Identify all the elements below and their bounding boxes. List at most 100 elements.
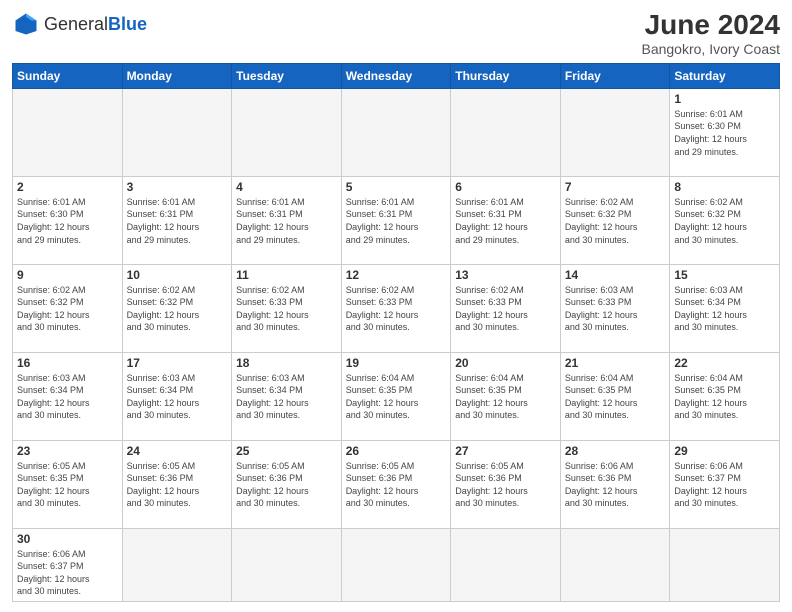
day-number: 23: [17, 444, 118, 458]
day-number: 8: [674, 180, 775, 194]
weekday-header-friday: Friday: [560, 63, 670, 88]
calendar-cell: [13, 88, 123, 176]
logo-text: GeneralBlue: [44, 14, 147, 35]
day-number: 5: [346, 180, 447, 194]
day-number: 14: [565, 268, 666, 282]
day-info: Sunrise: 6:01 AM Sunset: 6:31 PM Dayligh…: [236, 196, 337, 246]
calendar-cell: 8 Sunrise: 6:02 AM Sunset: 6:32 PM Daylig…: [670, 176, 780, 264]
day-info: Sunrise: 6:02 AM Sunset: 6:32 PM Dayligh…: [127, 284, 228, 334]
day-info: Sunrise: 6:02 AM Sunset: 6:32 PM Dayligh…: [17, 284, 118, 334]
day-number: 19: [346, 356, 447, 370]
day-info: Sunrise: 6:03 AM Sunset: 6:34 PM Dayligh…: [17, 372, 118, 422]
calendar-week-2: 9 Sunrise: 6:02 AM Sunset: 6:32 PM Daylig…: [13, 264, 780, 352]
calendar-cell: [122, 88, 232, 176]
calendar-cell: 22 Sunrise: 6:04 AM Sunset: 6:35 PM Dayli…: [670, 352, 780, 440]
weekday-header-saturday: Saturday: [670, 63, 780, 88]
day-number: 12: [346, 268, 447, 282]
day-number: 6: [455, 180, 556, 194]
day-info: Sunrise: 6:01 AM Sunset: 6:31 PM Dayligh…: [455, 196, 556, 246]
calendar-cell: [232, 88, 342, 176]
calendar-cell: [451, 528, 561, 601]
day-number: 17: [127, 356, 228, 370]
day-info: Sunrise: 6:04 AM Sunset: 6:35 PM Dayligh…: [674, 372, 775, 422]
day-number: 22: [674, 356, 775, 370]
day-info: Sunrise: 6:05 AM Sunset: 6:36 PM Dayligh…: [236, 460, 337, 510]
calendar-cell: 27Sunrise: 6:05 AM Sunset: 6:36 PM Dayli…: [451, 440, 561, 528]
day-number: 28: [565, 444, 666, 458]
calendar-cell: [560, 88, 670, 176]
day-number: 10: [127, 268, 228, 282]
main-title: June 2024: [641, 10, 780, 41]
calendar-cell: [670, 528, 780, 601]
calendar-cell: 13Sunrise: 6:02 AM Sunset: 6:33 PM Dayli…: [451, 264, 561, 352]
logo: GeneralBlue: [12, 10, 147, 38]
calendar-cell: 19Sunrise: 6:04 AM Sunset: 6:35 PM Dayli…: [341, 352, 451, 440]
day-number: 30: [17, 532, 118, 546]
day-info: Sunrise: 6:03 AM Sunset: 6:34 PM Dayligh…: [674, 284, 775, 334]
day-info: Sunrise: 6:06 AM Sunset: 6:37 PM Dayligh…: [17, 548, 118, 598]
weekday-header-row: SundayMondayTuesdayWednesdayThursdayFrid…: [13, 63, 780, 88]
day-number: 24: [127, 444, 228, 458]
calendar-cell: [341, 528, 451, 601]
page: GeneralBlue June 2024 Bangokro, Ivory Co…: [0, 0, 792, 612]
day-number: 9: [17, 268, 118, 282]
logo-icon: [12, 10, 40, 38]
calendar-cell: [341, 88, 451, 176]
day-number: 3: [127, 180, 228, 194]
calendar-cell: 12 Sunrise: 6:02 AM Sunset: 6:33 PM Dayli…: [341, 264, 451, 352]
calendar-week-3: 16Sunrise: 6:03 AM Sunset: 6:34 PM Dayli…: [13, 352, 780, 440]
calendar-cell: 3Sunrise: 6:01 AM Sunset: 6:31 PM Daylig…: [122, 176, 232, 264]
weekday-header-tuesday: Tuesday: [232, 63, 342, 88]
weekday-header-wednesday: Wednesday: [341, 63, 451, 88]
day-info: Sunrise: 6:05 AM Sunset: 6:35 PM Dayligh…: [17, 460, 118, 510]
calendar-table: SundayMondayTuesdayWednesdayThursdayFrid…: [12, 63, 780, 602]
calendar-cell: 28Sunrise: 6:06 AM Sunset: 6:36 PM Dayli…: [560, 440, 670, 528]
day-info: Sunrise: 6:05 AM Sunset: 6:36 PM Dayligh…: [127, 460, 228, 510]
day-info: Sunrise: 6:06 AM Sunset: 6:37 PM Dayligh…: [674, 460, 775, 510]
day-info: Sunrise: 6:03 AM Sunset: 6:34 PM Dayligh…: [127, 372, 228, 422]
day-number: 25: [236, 444, 337, 458]
calendar-week-5: 30 Sunrise: 6:06 AM Sunset: 6:37 PM Dayli…: [13, 528, 780, 601]
calendar-cell: 11Sunrise: 6:02 AM Sunset: 6:33 PM Dayli…: [232, 264, 342, 352]
day-info: Sunrise: 6:04 AM Sunset: 6:35 PM Dayligh…: [455, 372, 556, 422]
calendar-cell: 6 Sunrise: 6:01 AM Sunset: 6:31 PM Daylig…: [451, 176, 561, 264]
day-number: 27: [455, 444, 556, 458]
calendar-cell: 20 Sunrise: 6:04 AM Sunset: 6:35 PM Dayli…: [451, 352, 561, 440]
day-info: Sunrise: 6:01 AM Sunset: 6:31 PM Dayligh…: [346, 196, 447, 246]
calendar-cell: 4Sunrise: 6:01 AM Sunset: 6:31 PM Daylig…: [232, 176, 342, 264]
subtitle: Bangokro, Ivory Coast: [641, 41, 780, 57]
calendar-cell: 25 Sunrise: 6:05 AM Sunset: 6:36 PM Dayli…: [232, 440, 342, 528]
header: GeneralBlue June 2024 Bangokro, Ivory Co…: [12, 10, 780, 57]
calendar-cell: 9 Sunrise: 6:02 AM Sunset: 6:32 PM Daylig…: [13, 264, 123, 352]
day-number: 18: [236, 356, 337, 370]
day-number: 13: [455, 268, 556, 282]
calendar-cell: 15 Sunrise: 6:03 AM Sunset: 6:34 PM Dayli…: [670, 264, 780, 352]
day-info: Sunrise: 6:01 AM Sunset: 6:30 PM Dayligh…: [17, 196, 118, 246]
calendar-cell: 24 Sunrise: 6:05 AM Sunset: 6:36 PM Dayli…: [122, 440, 232, 528]
day-info: Sunrise: 6:02 AM Sunset: 6:32 PM Dayligh…: [674, 196, 775, 246]
day-info: Sunrise: 6:03 AM Sunset: 6:33 PM Dayligh…: [565, 284, 666, 334]
calendar-cell: 30 Sunrise: 6:06 AM Sunset: 6:37 PM Dayli…: [13, 528, 123, 601]
day-info: Sunrise: 6:02 AM Sunset: 6:33 PM Dayligh…: [346, 284, 447, 334]
day-info: Sunrise: 6:01 AM Sunset: 6:30 PM Dayligh…: [674, 108, 775, 158]
day-number: 20: [455, 356, 556, 370]
calendar-cell: [232, 528, 342, 601]
day-number: 26: [346, 444, 447, 458]
calendar-cell: 7Sunrise: 6:02 AM Sunset: 6:32 PM Daylig…: [560, 176, 670, 264]
calendar-week-1: 2 Sunrise: 6:01 AM Sunset: 6:30 PM Daylig…: [13, 176, 780, 264]
day-number: 29: [674, 444, 775, 458]
weekday-header-monday: Monday: [122, 63, 232, 88]
day-number: 2: [17, 180, 118, 194]
calendar-cell: [560, 528, 670, 601]
calendar-cell: 23 Sunrise: 6:05 AM Sunset: 6:35 PM Dayli…: [13, 440, 123, 528]
calendar-week-4: 23 Sunrise: 6:05 AM Sunset: 6:35 PM Dayli…: [13, 440, 780, 528]
calendar-cell: [122, 528, 232, 601]
day-info: Sunrise: 6:05 AM Sunset: 6:36 PM Dayligh…: [346, 460, 447, 510]
day-number: 15: [674, 268, 775, 282]
calendar-cell: 5 Sunrise: 6:01 AM Sunset: 6:31 PM Daylig…: [341, 176, 451, 264]
day-info: Sunrise: 6:02 AM Sunset: 6:33 PM Dayligh…: [236, 284, 337, 334]
calendar-week-0: 1Sunrise: 6:01 AM Sunset: 6:30 PM Daylig…: [13, 88, 780, 176]
calendar-cell: 10 Sunrise: 6:02 AM Sunset: 6:32 PM Dayli…: [122, 264, 232, 352]
calendar-cell: 1Sunrise: 6:01 AM Sunset: 6:30 PM Daylig…: [670, 88, 780, 176]
day-number: 21: [565, 356, 666, 370]
